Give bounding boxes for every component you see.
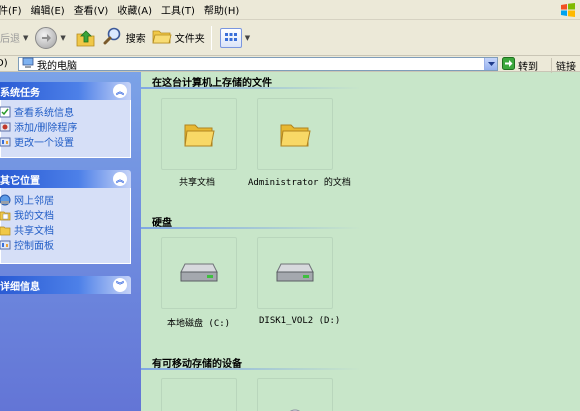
system-tasks-header[interactable]: 系统任务 ︽ <box>0 82 131 100</box>
toolbar: 后退 ▼ ▼ 搜索 文件夹 ▼ <box>0 20 580 56</box>
menu-edit[interactable]: 编辑(E) <box>31 2 74 17</box>
task-add-remove-programs[interactable]: 添加/删除程序 <box>0 119 130 134</box>
menu-help[interactable]: 帮助(H) <box>204 2 248 17</box>
folder-icon <box>184 124 215 147</box>
address-label: D) <box>0 58 8 69</box>
links-button[interactable]: 链接 <box>551 58 576 73</box>
admin-documents-tile[interactable] <box>257 98 333 170</box>
group-divider <box>141 368 361 370</box>
floppy-drive-tile[interactable] <box>161 378 237 411</box>
place-label: 我的文档 <box>14 211 54 222</box>
go-label: 转到 <box>518 61 538 73</box>
collapse-chevron-icon[interactable]: ︽ <box>113 84 127 98</box>
group-divider <box>141 87 361 89</box>
search-label: 搜索 <box>125 34 146 45</box>
back-button[interactable]: 后退 ▼ <box>0 27 31 49</box>
item-label[interactable]: Administrator 的文档 <box>248 175 351 188</box>
menu-favorites[interactable]: 收藏(A) <box>117 2 161 17</box>
forward-dropdown-icon[interactable]: ▼ <box>60 34 65 42</box>
my-documents-icon <box>0 209 11 221</box>
views-icon[interactable] <box>219 27 242 48</box>
disk1-vol2-d-tile[interactable] <box>257 237 333 309</box>
place-shared-documents[interactable]: 共享文档 <box>0 222 130 237</box>
windows-logo-icon <box>560 2 576 18</box>
item-label[interactable]: DISK1_VOL2 (D:) <box>259 316 340 326</box>
task-label: 添加/删除程序 <box>14 123 78 134</box>
folders-label: 文件夹 <box>174 34 205 45</box>
address-input[interactable]: 我的电脑 <box>18 57 498 72</box>
place-label: 控制面板 <box>14 241 54 252</box>
other-places-panel: 网上邻居 我的文档 共享文档 控制面板 <box>0 188 131 264</box>
folder-icon <box>0 224 11 236</box>
control-panel-icon <box>0 239 11 251</box>
task-view-system-info[interactable]: 查看系统信息 <box>0 104 130 119</box>
content-area: 在这台计算机上存储的文件 共享文档 Administrator 的文档 硬盘 本… <box>141 72 580 411</box>
task-change-setting[interactable]: 更改一个设置 <box>0 134 130 149</box>
forward-arrow-icon[interactable] <box>35 26 58 49</box>
address-value: 我的电脑 <box>37 60 77 72</box>
cd-drive-tile[interactable] <box>257 378 333 411</box>
menu-bar: 件(F) 编辑(E) 查看(V) 收藏(A) 工具(T) 帮助(H) <box>0 0 580 20</box>
folders-icon <box>152 27 172 48</box>
address-dropdown-icon[interactable] <box>484 58 497 70</box>
task-pane: 系统任务 ︽ 查看系统信息 添加/删除程序 更改一个设置 其它位置 ︽ 网上邻居… <box>0 72 141 411</box>
collapse-chevron-icon[interactable]: ︽ <box>113 172 127 186</box>
network-places-icon <box>0 194 11 206</box>
menu-file[interactable]: 件(F) <box>0 2 31 17</box>
place-my-documents[interactable]: 我的文档 <box>0 207 130 222</box>
control-panel-icon <box>0 136 11 148</box>
go-button[interactable]: 转到 <box>502 57 538 73</box>
details-title: 详细信息 <box>0 281 40 293</box>
expand-chevron-icon[interactable]: ︾ <box>113 278 127 292</box>
search-button[interactable]: 搜索 <box>103 26 146 49</box>
details-header[interactable]: 详细信息 ︾ <box>0 276 131 294</box>
place-control-panel[interactable]: 控制面板 <box>0 237 130 252</box>
back-label: 后退 <box>0 34 20 45</box>
views-dropdown-icon[interactable]: ▼ <box>245 34 250 42</box>
folder-up-icon[interactable] <box>75 27 97 49</box>
shared-documents-tile[interactable] <box>161 98 237 170</box>
toolbar-separator <box>210 25 212 50</box>
other-places-title: 其它位置 <box>0 175 40 187</box>
local-disk-c-tile[interactable] <box>161 237 237 309</box>
folders-button[interactable]: 文件夹 <box>152 27 205 48</box>
hard-drive-icon <box>276 263 314 282</box>
item-label[interactable]: 共享文档 <box>179 175 215 188</box>
go-arrow-icon <box>502 57 515 73</box>
back-dropdown-icon[interactable]: ▼ <box>23 34 28 42</box>
search-icon <box>103 26 123 49</box>
system-info-icon <box>0 106 11 118</box>
item-label[interactable]: 本地磁盘 (C:) <box>167 316 230 329</box>
system-tasks-panel: 查看系统信息 添加/删除程序 更改一个设置 <box>0 100 131 158</box>
other-places-header[interactable]: 其它位置 ︽ <box>0 170 131 188</box>
my-computer-icon <box>22 57 34 72</box>
menu-tools[interactable]: 工具(T) <box>161 2 204 17</box>
place-network[interactable]: 网上邻居 <box>0 192 130 207</box>
menu-view[interactable]: 查看(V) <box>74 2 118 17</box>
system-tasks-title: 系统任务 <box>0 87 40 99</box>
hard-drive-icon <box>180 263 218 282</box>
group-divider <box>141 227 361 229</box>
task-label: 更改一个设置 <box>14 138 74 149</box>
place-label: 网上邻居 <box>14 196 54 207</box>
add-remove-programs-icon <box>0 121 11 133</box>
place-label: 共享文档 <box>14 226 54 237</box>
folder-icon <box>280 124 311 147</box>
task-label: 查看系统信息 <box>14 108 74 119</box>
address-bar: D) 我的电脑 转到 链接 <box>0 56 580 73</box>
